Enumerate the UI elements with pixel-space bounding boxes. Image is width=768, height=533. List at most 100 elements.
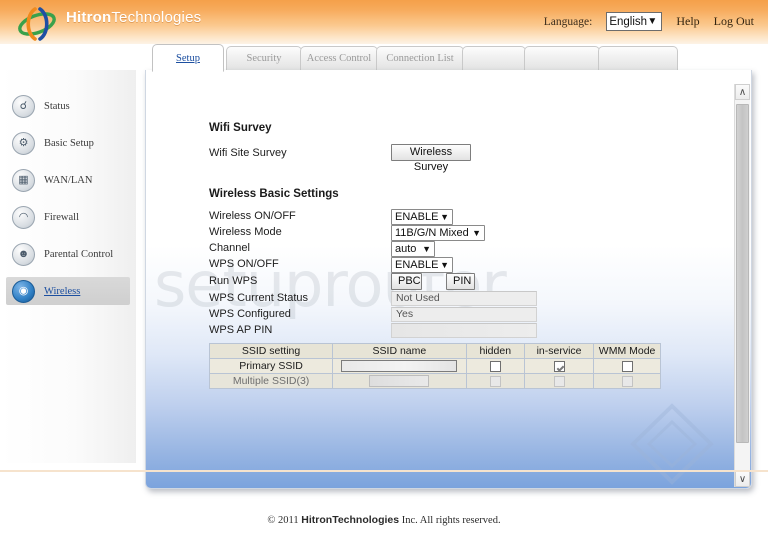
sidebar-item-label: Firewall: [44, 211, 79, 223]
multiple-hidden-checkbox: [489, 375, 501, 387]
tab-empty-1[interactable]: [462, 46, 526, 70]
wps-pin-button[interactable]: PIN: [446, 273, 475, 290]
channel-select[interactable]: auto ▼: [391, 241, 435, 257]
select-value: auto: [395, 243, 417, 255]
wps-onoff-select[interactable]: ENABLE ▼: [391, 257, 453, 273]
site-header: HitronTechnologies Language: English ▼ H…: [0, 0, 768, 44]
wifi-icon: ◉: [12, 279, 35, 303]
language-label: Language:: [543, 15, 593, 28]
tab-empty-2[interactable]: [524, 46, 600, 70]
multiple-ssid-input: [369, 375, 430, 388]
user-icon: ☻: [12, 242, 35, 266]
content-scrollbar[interactable]: ∧ ∨: [734, 84, 750, 487]
language-select[interactable]: English: [606, 12, 663, 31]
browser-page: HitronTechnologies Language: English ▼ H…: [0, 0, 768, 533]
scroll-down-button[interactable]: ∨: [735, 471, 750, 487]
tab-connection-list[interactable]: Connection List: [376, 46, 464, 70]
tab-setup[interactable]: Setup: [152, 44, 224, 72]
wireless-onoff-label: Wireless ON/OFF: [209, 210, 296, 222]
ssid-wmm-cell: [593, 373, 661, 389]
tab-access-control[interactable]: Access Control: [300, 46, 378, 70]
tab-bar: Setup Security Access Control Connection…: [152, 44, 686, 72]
footer-company-bold: Hitron: [301, 514, 333, 526]
primary-wmm-checkbox[interactable]: [621, 360, 633, 372]
primary-hidden-checkbox[interactable]: [489, 360, 501, 372]
scroll-up-button[interactable]: ∧: [735, 84, 750, 100]
wps-current-status-value: Not Used: [391, 291, 537, 306]
content-scroll-area: setuprouter Wifi Survey Wifi Site Survey…: [146, 70, 735, 488]
network-icon: ▦: [12, 168, 35, 192]
primary-in-service-checkbox[interactable]: [553, 360, 565, 372]
ssid-header-wmm: WMM Mode: [593, 343, 661, 359]
sidebar-item-label: Parental Control: [44, 248, 114, 260]
watermark-logo-icon: [630, 403, 714, 485]
help-link[interactable]: Help: [676, 14, 699, 29]
tab-label: Access Control: [306, 53, 372, 64]
chevron-down-icon: ▼: [422, 244, 431, 254]
sidebar: ☌ Status ⚙ Basic Setup ▦ WAN/LAN ◠ Firew…: [0, 70, 136, 463]
wps-ap-pin-label: WPS AP PIN: [209, 324, 273, 336]
ssid-hidden-cell: [465, 373, 525, 389]
sidebar-item-label: Basic Setup: [44, 137, 94, 149]
ssid-wmm-cell: [593, 358, 661, 374]
wireless-onoff-select[interactable]: ENABLE ▼: [391, 209, 453, 225]
wireless-survey-button[interactable]: Wireless Survey: [391, 144, 471, 173]
tab-label: Connection List: [386, 53, 454, 64]
ssid-header-in-service: in-service: [523, 343, 595, 359]
select-value: ENABLE: [395, 259, 439, 271]
wps-onoff-label: WPS ON/OFF: [209, 258, 279, 270]
sidebar-item-status[interactable]: ☌ Status: [6, 92, 130, 120]
hitron-logo-icon: [18, 7, 56, 41]
multiple-wmm-checkbox: [621, 375, 633, 387]
select-value: 11B/G/N Mixed: [395, 227, 469, 239]
sidebar-item-label: Status: [44, 100, 70, 112]
tab-security[interactable]: Security: [226, 46, 302, 70]
sidebar-item-firewall[interactable]: ◠ Firewall: [6, 203, 130, 231]
brand-light: Technologies: [111, 9, 202, 26]
scrollbar-thumb[interactable]: [736, 104, 749, 443]
ssid-table: SSID setting SSID name hidden in-service…: [208, 343, 661, 389]
sidebar-item-label: Wireless: [44, 285, 81, 297]
sidebar-item-parental-control[interactable]: ☻ Parental Control: [6, 240, 130, 268]
wps-pbc-button[interactable]: PBC: [391, 273, 422, 290]
chevron-down-icon: ▼: [472, 228, 481, 238]
footer-divider: [0, 470, 768, 472]
sidebar-item-basic-setup[interactable]: ⚙ Basic Setup: [6, 129, 130, 157]
ssid-in-service-cell: [523, 373, 595, 389]
sidebar-item-label: WAN/LAN: [44, 174, 93, 186]
ssid-table-header-row: SSID setting SSID name hidden in-service…: [208, 343, 661, 359]
multiple-in-service-checkbox: [553, 375, 565, 387]
ssid-header-hidden: hidden: [465, 343, 525, 359]
header-controls: Language: English ▼ Help Log Out: [544, 12, 754, 31]
run-wps-label: Run WPS: [209, 275, 258, 287]
brand-title: HitronTechnologies: [66, 9, 201, 26]
gears-icon: ⚙: [12, 131, 35, 155]
content-panel: setuprouter Wifi Survey Wifi Site Survey…: [145, 70, 752, 489]
wireless-mode-label: Wireless Mode: [209, 226, 282, 238]
wireless-basic-settings-title: Wireless Basic Settings: [209, 188, 339, 200]
select-value: ENABLE: [395, 211, 439, 223]
logout-link[interactable]: Log Out: [714, 14, 754, 29]
firewall-icon: ◠: [12, 205, 35, 229]
page-body: ☌ Status ⚙ Basic Setup ▦ WAN/LAN ◠ Firew…: [0, 70, 768, 489]
table-row: Primary SSID: [208, 358, 661, 374]
ssid-hidden-cell: [465, 358, 525, 374]
footer-company-light: Technologies: [332, 514, 400, 526]
footer-suffix: Inc. All rights reserved.: [401, 515, 501, 526]
wifi-survey-title: Wifi Survey: [209, 122, 272, 134]
tab-label: Security: [246, 53, 282, 64]
chevron-down-icon: ▼: [440, 260, 449, 270]
brand-bold: Hitron: [66, 9, 112, 26]
ssid-header-setting: SSID setting: [208, 343, 334, 359]
sidebar-item-wireless[interactable]: ◉ Wireless: [6, 277, 130, 305]
ssid-name-cell: [332, 358, 467, 374]
wps-ap-pin-value: [391, 323, 537, 338]
tab-empty-3[interactable]: [598, 46, 678, 70]
language-select-wrapper[interactable]: English ▼: [606, 12, 663, 31]
primary-ssid-input[interactable]: [341, 360, 458, 373]
ssid-in-service-cell: [523, 358, 595, 374]
sidebar-item-wan-lan[interactable]: ▦ WAN/LAN: [6, 166, 130, 194]
wrench-icon: ☌: [12, 94, 35, 118]
chevron-down-icon: ▼: [440, 212, 449, 222]
wireless-mode-select[interactable]: 11B/G/N Mixed ▼: [391, 225, 485, 241]
